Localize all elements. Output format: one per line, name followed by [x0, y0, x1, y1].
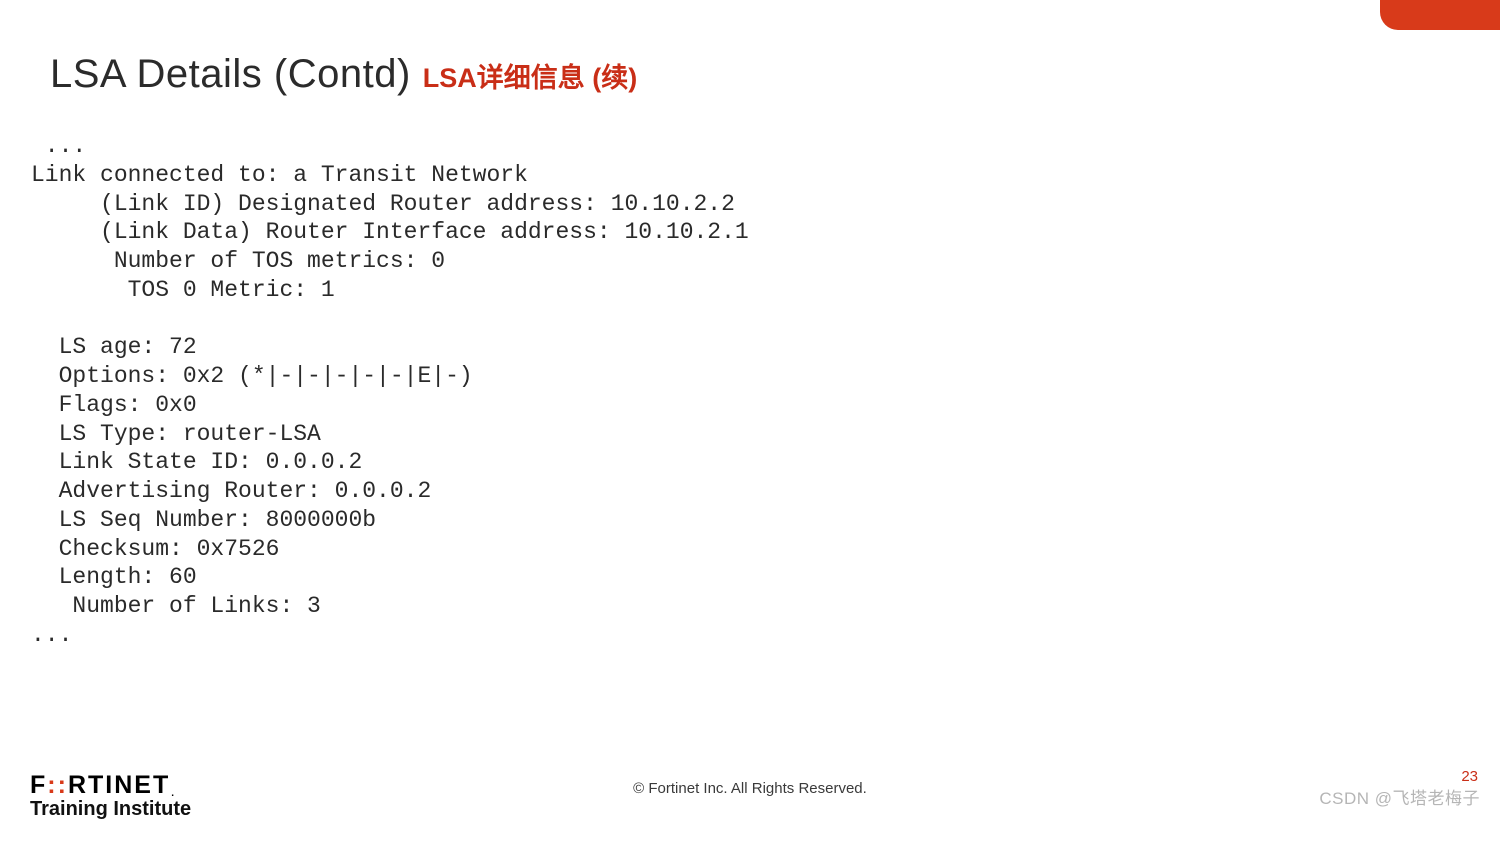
corner-tab-decoration	[1380, 0, 1500, 30]
csdn-watermark: CSDN @飞塔老梅子	[1319, 784, 1480, 809]
slide-title-english: LSA Details (Contd)	[50, 52, 411, 97]
lsa-output-code-block: ... Link connected to: a Transit Network…	[26, 122, 906, 660]
copyright-text: © Fortinet Inc. All Rights Reserved.	[633, 780, 867, 797]
slide-title-chinese: LSA详细信息 (续)	[423, 56, 637, 95]
fortinet-logo-text: F::RTINET.	[30, 771, 191, 800]
slide-header: LSA Details (Contd) LSA详细信息 (续)	[50, 52, 637, 97]
slide-footer: F::RTINET. Training Institute © Fortinet…	[0, 751, 1500, 821]
page-number: 23	[1461, 768, 1478, 785]
fortinet-logo-block: F::RTINET. Training Institute	[30, 771, 191, 821]
fortinet-logo-subtitle: Training Institute	[30, 798, 191, 821]
